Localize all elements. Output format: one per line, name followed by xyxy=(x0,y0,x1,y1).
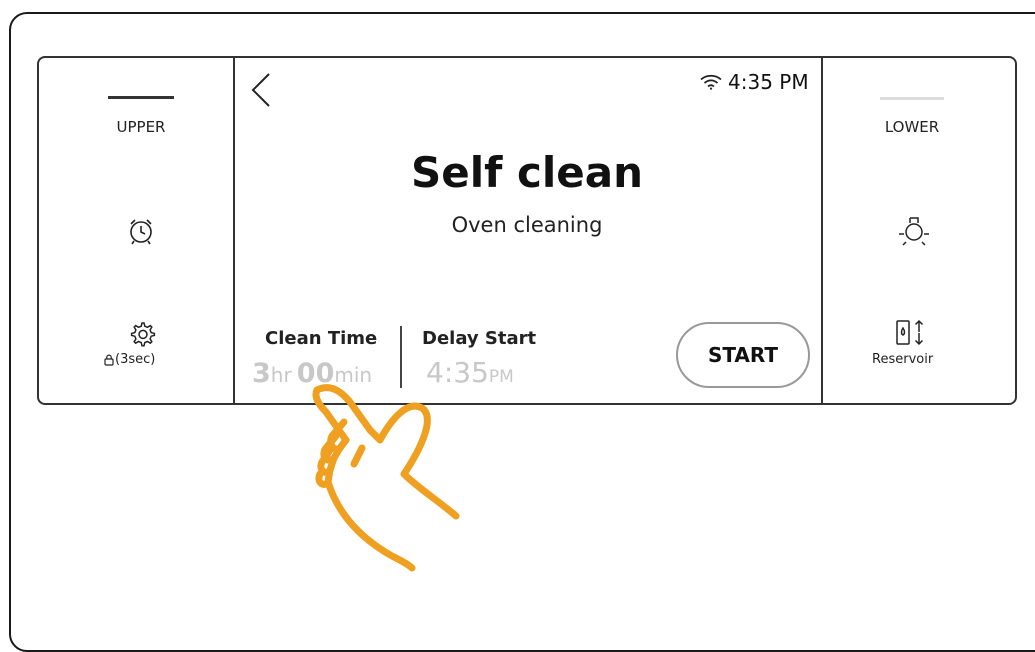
gear-icon[interactable] xyxy=(128,320,156,348)
page-subtitle: Oven cleaning xyxy=(451,213,603,237)
lock-hint-text: (3sec) xyxy=(115,352,156,367)
right-divider xyxy=(821,58,823,403)
wifi-icon xyxy=(700,74,722,90)
lock-icon xyxy=(104,354,114,366)
reservoir-label: Reservoir xyxy=(872,352,934,367)
light-bulb-icon[interactable] xyxy=(896,214,932,250)
delay-start-label: Delay Start xyxy=(422,328,537,349)
page-title: Self clean xyxy=(410,148,644,197)
lower-tab-indicator xyxy=(880,97,944,100)
chevron-left-icon xyxy=(251,73,270,107)
lower-tab[interactable]: LOWER xyxy=(870,118,954,136)
upper-tab[interactable]: UPPER xyxy=(100,118,182,136)
upper-tab-indicator xyxy=(108,96,174,99)
back-button[interactable] xyxy=(250,72,272,112)
alarm-clock-icon[interactable] xyxy=(126,216,156,246)
clock-time: 4:35 PM xyxy=(728,70,809,94)
reservoir-icon[interactable] xyxy=(893,318,929,348)
start-button[interactable]: START xyxy=(676,322,810,388)
pointing-hand-icon xyxy=(312,384,460,572)
settings-lock-hint: (3sec) xyxy=(104,352,155,367)
clean-time-label: Clean Time xyxy=(265,328,378,349)
status-bar: 4:35 PM xyxy=(700,70,809,94)
